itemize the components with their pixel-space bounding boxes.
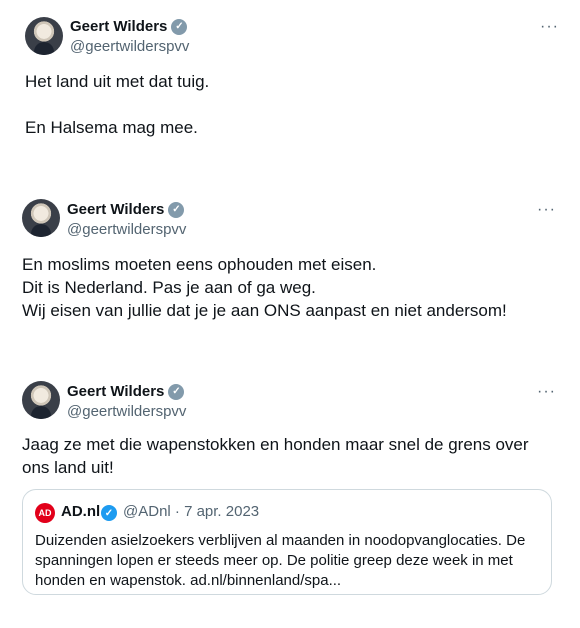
quote-text: Duizenden asielzoekers verblijven al maa… xyxy=(35,532,526,589)
author-handle[interactable]: @geertwilderspvv xyxy=(67,403,186,420)
tweet-text: En moslims moeten eens ophouden met eise… xyxy=(22,255,507,320)
author-handle[interactable]: @geertwilderspvv xyxy=(70,38,189,55)
author-name[interactable]: Geert Wilders xyxy=(67,201,164,218)
avatar[interactable] xyxy=(25,17,63,55)
author-name[interactable]: Geert Wilders xyxy=(67,383,164,400)
author-name[interactable]: Geert Wilders xyxy=(70,18,167,35)
verified-icon: ✓ xyxy=(168,383,185,400)
tweet-text: Jaag ze met die wapenstokken en honden m… xyxy=(22,435,529,477)
quote-author-name: AD.nl xyxy=(61,503,101,520)
quote-tweet[interactable]: AD AD.nl ✓ @ADnl · 7 apr. 2023 Duizenden… xyxy=(22,489,552,595)
author-row: Geert Wilders ✓ xyxy=(67,201,185,218)
author-row: Geert Wilders ✓ xyxy=(67,383,185,400)
more-icon[interactable]: ··· xyxy=(537,384,556,400)
verified-icon: ✓ xyxy=(168,201,185,218)
verified-icon: ✓ xyxy=(171,18,188,35)
avatar[interactable] xyxy=(22,381,60,419)
verified-blue-icon: ✓ xyxy=(101,505,117,521)
author-row: Geert Wilders ✓ xyxy=(70,18,188,35)
author-handle[interactable]: @geertwilderspvv xyxy=(67,221,186,238)
ad-logo-icon: AD xyxy=(35,503,55,523)
quote-meta: @ADnl · 7 apr. 2023 xyxy=(123,503,260,520)
tweet-text: Het land uit met dat tuig. En Halsema ma… xyxy=(25,72,210,137)
more-icon[interactable]: ··· xyxy=(540,19,559,35)
more-icon[interactable]: ··· xyxy=(537,202,556,218)
avatar[interactable] xyxy=(22,199,60,237)
